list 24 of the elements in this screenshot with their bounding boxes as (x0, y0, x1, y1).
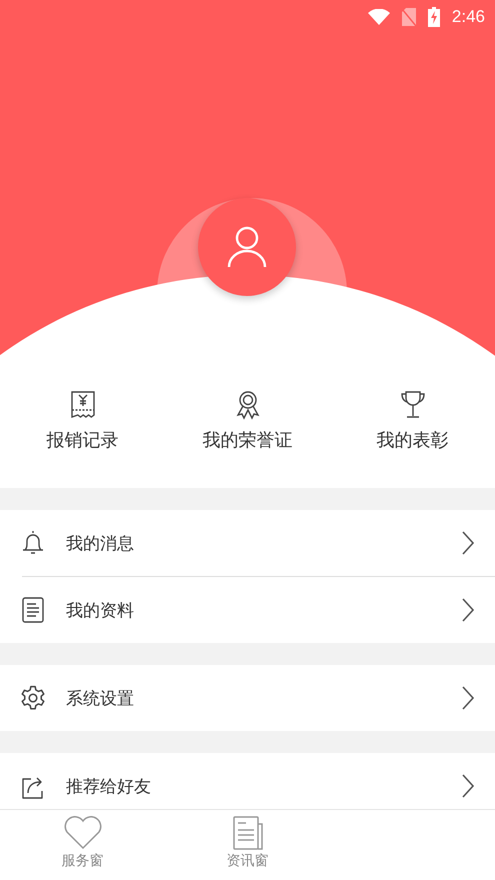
chevron-icon (461, 530, 475, 556)
shortcut-link[interactable]: 我的荣誉证 (202, 428, 292, 452)
chevron-icon (461, 773, 475, 799)
tab-label[interactable]: 资讯窗 (226, 852, 268, 870)
medal-icon (234, 390, 260, 420)
gear-icon (20, 685, 46, 711)
wifi-icon (368, 9, 390, 25)
receipt-icon (70, 390, 96, 420)
shortcut-link[interactable]: 报销记录 (46, 428, 118, 452)
tab-label[interactable]: 服务窗 (62, 852, 104, 870)
document-icon (20, 597, 46, 623)
battery-icon (428, 7, 440, 27)
menu-item[interactable]: 我的资料 (66, 598, 441, 622)
no-sim-icon (402, 8, 416, 26)
shortcut-link[interactable]: 我的表彰 (376, 428, 448, 452)
user-icon (227, 225, 267, 269)
status-time: 2:46 (452, 7, 485, 27)
trophy-icon (400, 390, 426, 420)
menu-item[interactable]: 我的消息 (66, 532, 441, 554)
chevron-icon (461, 685, 475, 711)
bell-icon (20, 530, 46, 556)
chevron-icon (461, 597, 475, 623)
avatar-button[interactable] (198, 198, 296, 296)
heart-icon (62, 816, 102, 850)
